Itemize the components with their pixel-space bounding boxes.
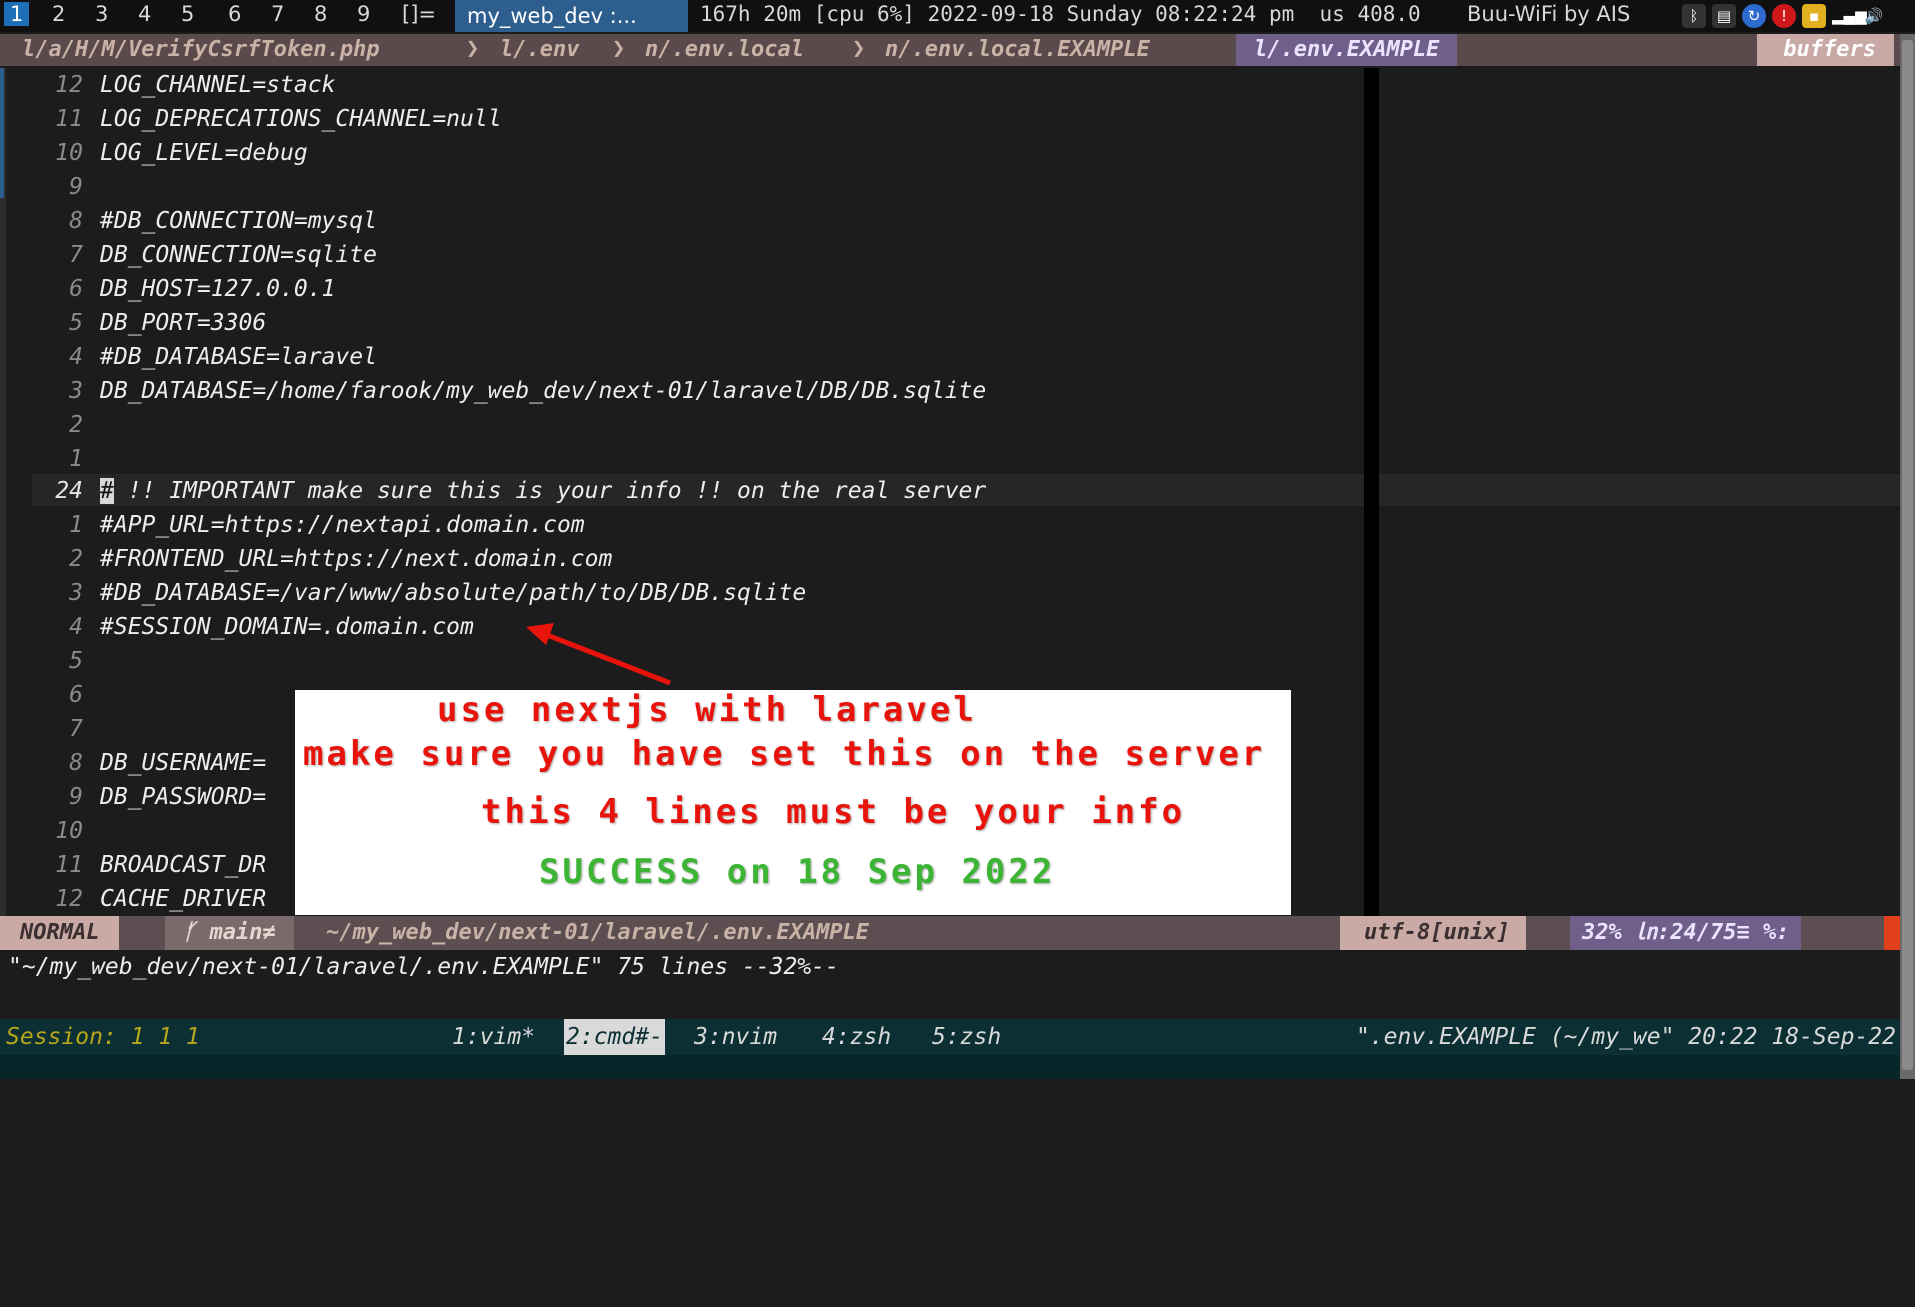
code-line[interactable]: 9	[0, 170, 1364, 204]
system-tray: ᛒ ▤ ↻ ! ▪ ▂▄▆ 🔊	[1682, 4, 1886, 28]
annotation-success: SUCCESS on 18 Sep 2022	[539, 852, 1056, 892]
tmux-window[interactable]: 3:nvim	[694, 1019, 777, 1055]
current-code-line[interactable]: 24 # !! IMPORTANT make sure this is your …	[0, 474, 1364, 508]
annotation-line-1: use nextjs with laravel	[437, 690, 977, 730]
workspace-2[interactable]: 2	[52, 2, 65, 26]
update-icon[interactable]: ↻	[1742, 4, 1766, 28]
code-line[interactable]: 1 #APP_URL=https://nextapi.domain.com	[0, 508, 1364, 542]
tmux-window[interactable]: 1:vim*	[452, 1019, 535, 1055]
code-line[interactable]: 7 DB_CONNECTION=sqlite	[0, 238, 1364, 272]
bottom-strip	[0, 1055, 1915, 1079]
tmux-session: Session: 1 1 1	[6, 1024, 200, 1050]
split-divider[interactable]	[1364, 68, 1379, 916]
cursor-line-highlight	[1379, 474, 1900, 506]
tmux-window-active[interactable]: 2:cmd#-	[564, 1019, 665, 1055]
annotation-box: use nextjs with laravel make sure you ha…	[295, 690, 1291, 915]
code-line[interactable]: 6 DB_HOST=127.0.0.1	[0, 272, 1364, 306]
wifi-name: Buu-WiFi by AIS	[1467, 2, 1631, 26]
code-line[interactable]: 2	[0, 408, 1364, 442]
code-line[interactable]: 5 DB_PORT=3306	[0, 306, 1364, 340]
workspace-8[interactable]: 8	[314, 2, 327, 26]
buffer-tab[interactable]: n/.env.local	[645, 34, 804, 66]
chevron-right-icon: ❯	[612, 36, 626, 61]
scrollbar-thumb[interactable]	[1902, 40, 1913, 1070]
git-branch: ᚶ main≠	[165, 916, 294, 950]
workspace-7[interactable]: 7	[271, 2, 284, 26]
layout-indicator[interactable]: []=	[402, 2, 436, 26]
file-encoding: utf-8[unix]	[1340, 916, 1526, 950]
workspace-6[interactable]: 6	[228, 2, 241, 26]
statusline-end-marker	[1884, 916, 1900, 950]
chevron-right-icon: ❯	[852, 36, 866, 61]
code-line[interactable]: 10 LOG_LEVEL=debug	[0, 136, 1364, 170]
buffer-tab-active[interactable]: l/.env.EXAMPLE	[1236, 34, 1458, 66]
buffers-label: buffers	[1757, 34, 1894, 66]
buffer-tab[interactable]: n/.env.local.EXAMPLE	[885, 34, 1150, 66]
vim-statusline: NORMAL ᚶ main≠ ~/my_web_dev/next-01/lara…	[0, 916, 1900, 950]
code-line[interactable]: 12 LOG_CHANNEL=stack	[0, 68, 1364, 102]
annotation-line-2: make sure you have set this on the serve…	[303, 734, 1266, 774]
tmux-window[interactable]: 5:zsh	[932, 1019, 1001, 1055]
workspace-9[interactable]: 9	[357, 2, 370, 26]
vim-tabline: l/a/H/M/VerifyCsrfToken.php ❯ l/.env ❯ n…	[0, 34, 1900, 66]
code-line[interactable]: 8 #DB_CONNECTION=mysql	[0, 204, 1364, 238]
buffer-tab[interactable]: l/a/H/M/VerifyCsrfToken.php	[22, 34, 380, 66]
signal-icon[interactable]: ▂▄▆	[1832, 4, 1867, 28]
code-line[interactable]: 2 #FRONTEND_URL=https://next.domain.com	[0, 542, 1364, 576]
chevron-right-icon: ❯	[466, 36, 480, 61]
workspace-4[interactable]: 4	[138, 2, 151, 26]
tmux-statusbar: Session: 1 1 1 1:vim* 2:cmd#- 3:nvim 4:z…	[0, 1019, 1900, 1055]
window-title[interactable]: my_web_dev :...	[455, 0, 688, 32]
workspace-5[interactable]: 5	[181, 2, 194, 26]
workspace-1[interactable]: 1	[4, 2, 30, 26]
code-line[interactable]: 3 DB_DATABASE=/home/farook/my_web_dev/nex…	[0, 374, 1364, 408]
text-cursor: #	[100, 478, 114, 504]
buffer-tab[interactable]: l/.env	[500, 34, 579, 66]
code-line[interactable]: 3 #DB_DATABASE=/var/www/absolute/path/to/…	[0, 576, 1364, 610]
code-line[interactable]: 1	[0, 442, 1364, 476]
command-line[interactable]: "~/my_web_dev/next-01/laravel/.env.EXAMP…	[0, 950, 1900, 1018]
annotation-arrow-icon	[526, 623, 671, 685]
bluetooth-icon[interactable]: ᛒ	[1682, 4, 1706, 28]
cursor-position: 32% ㏑:24/75≡ %:	[1570, 916, 1802, 950]
annotation-line-3: this 4 lines must be your info	[481, 792, 1186, 832]
system-status: 167h 20m [cpu 6%] 2022-09-18 Sunday 08:2…	[700, 2, 1421, 26]
code-line[interactable]: 11 LOG_DEPRECATIONS_CHANNEL=null	[0, 102, 1364, 136]
file-path: ~/my_web_dev/next-01/laravel/.env.EXAMPL…	[326, 920, 870, 945]
system-topbar: 1 2 3 4 5 6 7 8 9 []= my_web_dev :... 16…	[0, 0, 1915, 32]
shield-icon[interactable]: !	[1772, 4, 1796, 28]
volume-icon[interactable]: 🔊	[1862, 4, 1886, 28]
mode-indicator: NORMAL	[0, 916, 120, 950]
folder-icon[interactable]: ▪	[1802, 4, 1826, 28]
tmux-window[interactable]: 4:zsh	[822, 1019, 891, 1055]
code-line[interactable]: 4 #DB_DATABASE=laravel	[0, 340, 1364, 374]
workspace-3[interactable]: 3	[95, 2, 108, 26]
clipboard-icon[interactable]: ▤	[1712, 4, 1736, 28]
tmux-pane-title: ".env.EXAMPLE (~/my_we" 20:22 18-Sep-22	[1355, 1024, 1896, 1050]
